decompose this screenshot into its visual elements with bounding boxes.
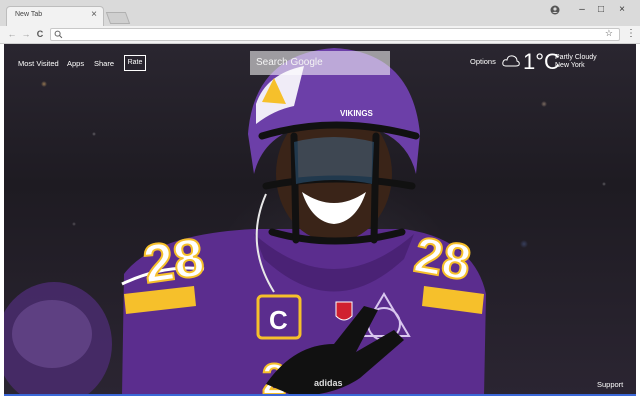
apps-link[interactable]: Apps xyxy=(67,59,84,68)
search-input[interactable]: Search Google xyxy=(250,51,390,75)
background-player-image: 28 28 28 C VIKINGS adidas xyxy=(4,48,486,396)
cloud-icon xyxy=(502,55,520,67)
new-tab-button[interactable] xyxy=(105,12,131,24)
search-icon xyxy=(54,30,63,39)
tab-title: New Tab xyxy=(15,11,43,18)
maximize-button[interactable]: □ xyxy=(593,3,609,17)
most-visited-link[interactable]: Most Visited xyxy=(18,59,59,68)
search-placeholder: Search Google xyxy=(256,57,323,68)
support-link[interactable]: Support xyxy=(597,380,623,389)
bottom-accent-bar xyxy=(4,394,636,396)
close-window-button[interactable]: × xyxy=(614,3,630,17)
browser-menu-icon[interactable]: ⋮ xyxy=(626,28,636,40)
jersey-number-left: 28 xyxy=(140,227,208,295)
captain-patch: C xyxy=(269,305,288,335)
share-link[interactable]: Share xyxy=(94,59,114,68)
rate-button[interactable]: Rate xyxy=(124,55,146,71)
address-bar[interactable]: ☆ xyxy=(50,28,620,41)
browser-toolbar: ← → C ☆ ⋮ xyxy=(0,26,640,44)
reload-icon[interactable]: C xyxy=(34,28,46,40)
close-tab-icon[interactable]: × xyxy=(91,9,97,21)
glove-logo: adidas xyxy=(314,378,343,388)
helmet-text: VIKINGS xyxy=(340,109,374,118)
back-icon[interactable]: ← xyxy=(6,28,18,40)
minimize-button[interactable]: – xyxy=(574,3,590,17)
tab-new-tab[interactable]: New Tab × xyxy=(6,6,104,26)
bookmark-star-icon[interactable]: ☆ xyxy=(605,28,613,39)
options-link[interactable]: Options xyxy=(470,57,496,66)
tab-strip: New Tab × – □ × xyxy=(0,0,640,26)
forward-icon[interactable]: → xyxy=(20,28,32,40)
new-tab-page: 28 28 28 C VIKINGS adidas xyxy=(4,44,636,396)
jersey-number-right: 28 xyxy=(410,226,475,291)
profile-icon[interactable] xyxy=(550,5,560,15)
weather-condition: Partly Cloudy xyxy=(555,54,597,61)
weather-city: New York xyxy=(555,62,585,69)
weather-info: Partly Cloudy New York xyxy=(555,54,597,70)
